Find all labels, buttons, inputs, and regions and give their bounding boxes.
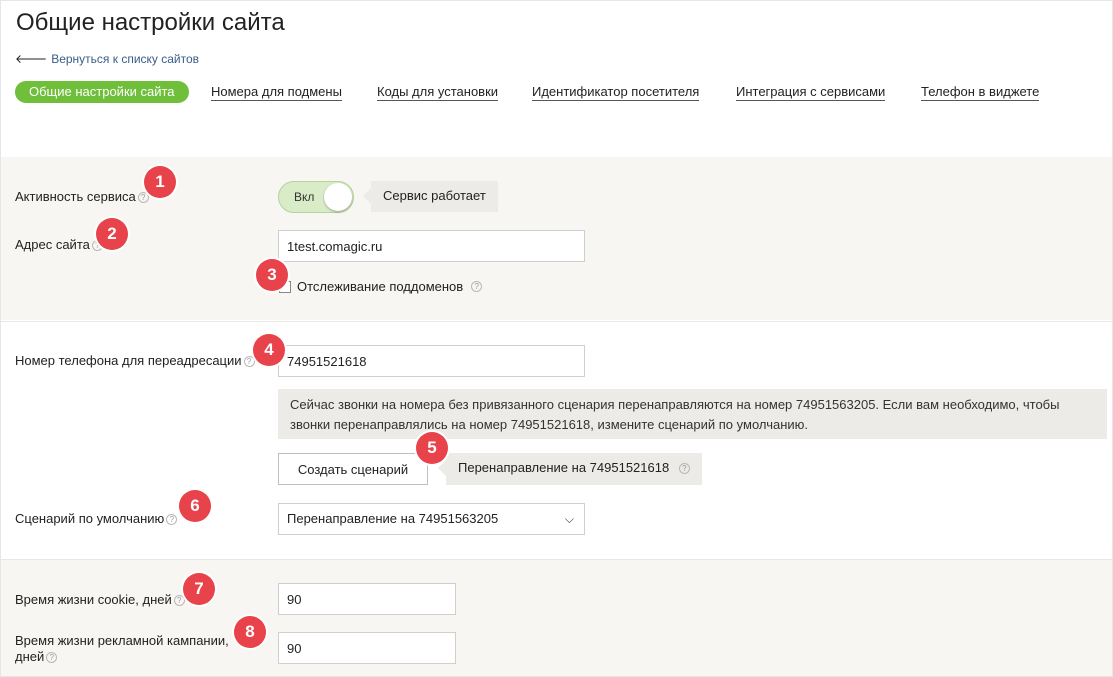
arrow-left-icon: 🡐 bbox=[15, 52, 48, 66]
subdomain-tracking-row: ✔ Отслеживание поддоменов ? bbox=[279, 279, 483, 294]
campaign-lifetime-input[interactable] bbox=[278, 632, 456, 664]
page-title: Общие настройки сайта bbox=[16, 9, 285, 36]
help-icon[interactable]: ? bbox=[243, 356, 255, 368]
redirect-tip-text: Перенаправление на 74951521618 bbox=[458, 460, 670, 475]
default-scenario-label: Сценарий по умолчанию? bbox=[15, 511, 178, 527]
service-activity-text: Активность сервиса bbox=[15, 189, 136, 204]
cookie-lifetime-input[interactable] bbox=[278, 583, 456, 615]
tab-install-codes[interactable]: Коды для установки bbox=[377, 81, 499, 103]
tab-label: Номера для подмены bbox=[211, 84, 342, 101]
redirect-notice: Сейчас звонки на номера без привязанного… bbox=[278, 389, 1107, 439]
tab-visitor-id[interactable]: Идентификатор посетителя bbox=[532, 81, 700, 103]
redirect-number-input[interactable] bbox=[278, 345, 585, 377]
annotation-badge-1: 1 bbox=[144, 166, 176, 198]
subdomain-tracking-label: Отслеживание поддоменов bbox=[297, 279, 464, 294]
redirect-number-label: Номер телефона для переадресации? bbox=[15, 353, 255, 369]
redirect-number-text: Номер телефона для переадресации bbox=[15, 353, 242, 368]
redirect-tip: Перенаправление на 74951521618 ? bbox=[438, 453, 702, 485]
service-status-tip: Сервис работает bbox=[363, 181, 498, 212]
help-icon[interactable]: ? bbox=[173, 595, 185, 607]
site-address-label: Адрес сайта? bbox=[15, 237, 103, 253]
tab-substitution-numbers[interactable]: Номера для подмены bbox=[211, 81, 342, 103]
tab-label: Интеграция с сервисами bbox=[736, 84, 886, 101]
annotation-badge-3: 3 bbox=[256, 259, 288, 291]
tab-label: Телефон в виджете bbox=[921, 84, 1040, 101]
site-address-input[interactable] bbox=[278, 230, 585, 262]
toggle-knob bbox=[324, 183, 352, 211]
default-scenario-value: Перенаправление на 74951563205 bbox=[287, 511, 499, 526]
campaign-lifetime-label: Время жизни рекламной кампании, дней? bbox=[15, 633, 245, 665]
annotation-badge-2: 2 bbox=[96, 218, 128, 250]
site-address-text: Адрес сайта bbox=[15, 237, 90, 252]
annotation-badge-6: 6 bbox=[179, 490, 211, 522]
annotation-badge-7: 7 bbox=[183, 573, 215, 605]
toggle-label: Вкл bbox=[294, 190, 315, 204]
service-activity-label: Активность сервиса? bbox=[15, 189, 149, 205]
help-icon[interactable]: ? bbox=[166, 514, 178, 526]
annotation-badge-5: 5 bbox=[416, 432, 448, 464]
tab-integrations[interactable]: Интеграция с сервисами bbox=[736, 81, 886, 103]
tab-label: Идентификатор посетителя bbox=[532, 84, 700, 101]
cookie-lifetime-label: Время жизни cookie, дней? bbox=[15, 592, 185, 608]
default-scenario-select[interactable]: Перенаправление на 74951563205 ⌵ bbox=[278, 503, 585, 535]
service-toggle[interactable]: Вкл bbox=[278, 181, 354, 213]
help-icon[interactable]: ? bbox=[471, 281, 483, 292]
help-icon[interactable]: ? bbox=[46, 652, 58, 664]
tab-label: Коды для установки bbox=[377, 84, 499, 101]
annotation-badge-8: 8 bbox=[234, 616, 266, 648]
create-scenario-button[interactable]: Создать сценарий bbox=[278, 453, 428, 485]
annotation-badge-4: 4 bbox=[253, 334, 285, 366]
cookie-lifetime-text: Время жизни cookie, дней bbox=[15, 592, 172, 607]
chevron-down-icon: ⌵ bbox=[564, 512, 574, 526]
help-icon[interactable]: ? bbox=[137, 192, 149, 204]
help-icon[interactable]: ? bbox=[678, 463, 690, 475]
tab-widget-phone[interactable]: Телефон в виджете bbox=[921, 81, 1040, 103]
back-link-label: Вернуться к списку сайтов bbox=[51, 51, 200, 66]
tab-general-settings[interactable]: Общие настройки сайта bbox=[15, 81, 189, 103]
default-scenario-text: Сценарий по умолчанию bbox=[15, 511, 165, 526]
back-link[interactable]: 🡐 Вернуться к списку сайтов bbox=[15, 51, 200, 67]
